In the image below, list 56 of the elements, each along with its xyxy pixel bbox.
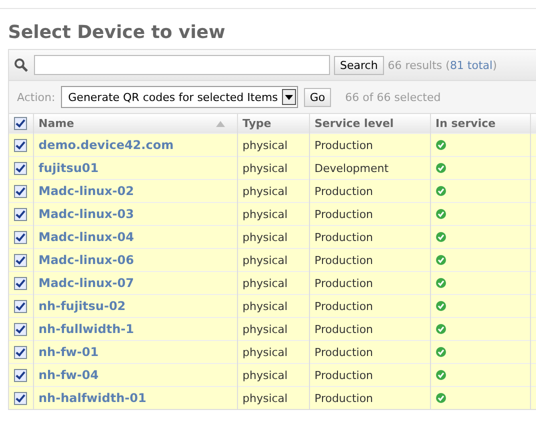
table-cell: physical (242, 276, 288, 290)
search-button[interactable]: Search (334, 56, 384, 74)
table-cell: physical (242, 322, 288, 336)
table-cell: Development (314, 162, 389, 174)
row-checkbox[interactable] (14, 368, 28, 382)
row-checkbox[interactable] (14, 138, 28, 152)
go-button[interactable]: Go (304, 88, 332, 106)
table-cell: Production (314, 254, 374, 266)
selected-count: 66 of 66 selected (345, 90, 441, 104)
table-cell: physical (242, 162, 288, 174)
column-header[interactable]: In service (430, 114, 530, 134)
table-cell: physical (242, 346, 288, 358)
device-link[interactable]: fujitsu01 (38, 161, 99, 175)
table-cell: physical (242, 230, 288, 244)
select-all-checkbox[interactable] (14, 117, 28, 130)
table-cell: Production (314, 208, 374, 220)
row-checkbox[interactable] (14, 184, 28, 198)
table-cell: Production (314, 322, 374, 336)
action-label: Action: (17, 90, 56, 104)
table-cell: physical (242, 368, 288, 382)
table-cell: physical (242, 392, 288, 404)
table-cell: Production (314, 276, 374, 290)
row-checkbox[interactable] (14, 254, 28, 267)
name-column-header[interactable]: Name (33, 114, 237, 134)
column-header[interactable]: Type (237, 114, 309, 134)
row-checkbox[interactable] (14, 392, 28, 405)
column-header[interactable]: Service level (309, 114, 430, 134)
results-count: 66 results ( (388, 58, 450, 72)
action-dropdown[interactable]: Generate QR codes for selected Items (61, 86, 298, 108)
table-cell: physical (242, 208, 288, 220)
table-cell: Production (314, 346, 374, 358)
sort-ascending-icon (216, 121, 224, 127)
device-link[interactable]: nh-fw-01 (38, 345, 99, 359)
row-checkbox[interactable] (14, 276, 28, 290)
table-cell: Production (314, 184, 374, 198)
table-cell: physical (242, 184, 288, 198)
table-cell: physical (242, 300, 288, 312)
row-checkbox[interactable] (14, 208, 28, 221)
table-cell: Production (314, 230, 374, 244)
table-cell: Production (314, 368, 374, 382)
search-icon (14, 58, 28, 72)
row-checkbox[interactable] (14, 300, 28, 313)
row-checkbox[interactable] (14, 230, 28, 244)
total-link[interactable]: 81 total (450, 58, 493, 72)
table-cell: physical (242, 254, 288, 266)
row-checkbox[interactable] (14, 346, 28, 359)
table-cell: Production (314, 138, 374, 152)
search-field[interactable] (34, 55, 330, 75)
row-checkbox[interactable] (14, 162, 28, 175)
table-cell: Production (314, 300, 374, 312)
table-cell: Production (314, 392, 374, 404)
table-cell: physical (242, 138, 288, 152)
results-paren: ) (492, 58, 497, 72)
row-checkbox[interactable] (14, 322, 28, 336)
device-link[interactable]: nh-fw-04 (38, 368, 99, 382)
page-title: Select Device to view (8, 22, 226, 43)
